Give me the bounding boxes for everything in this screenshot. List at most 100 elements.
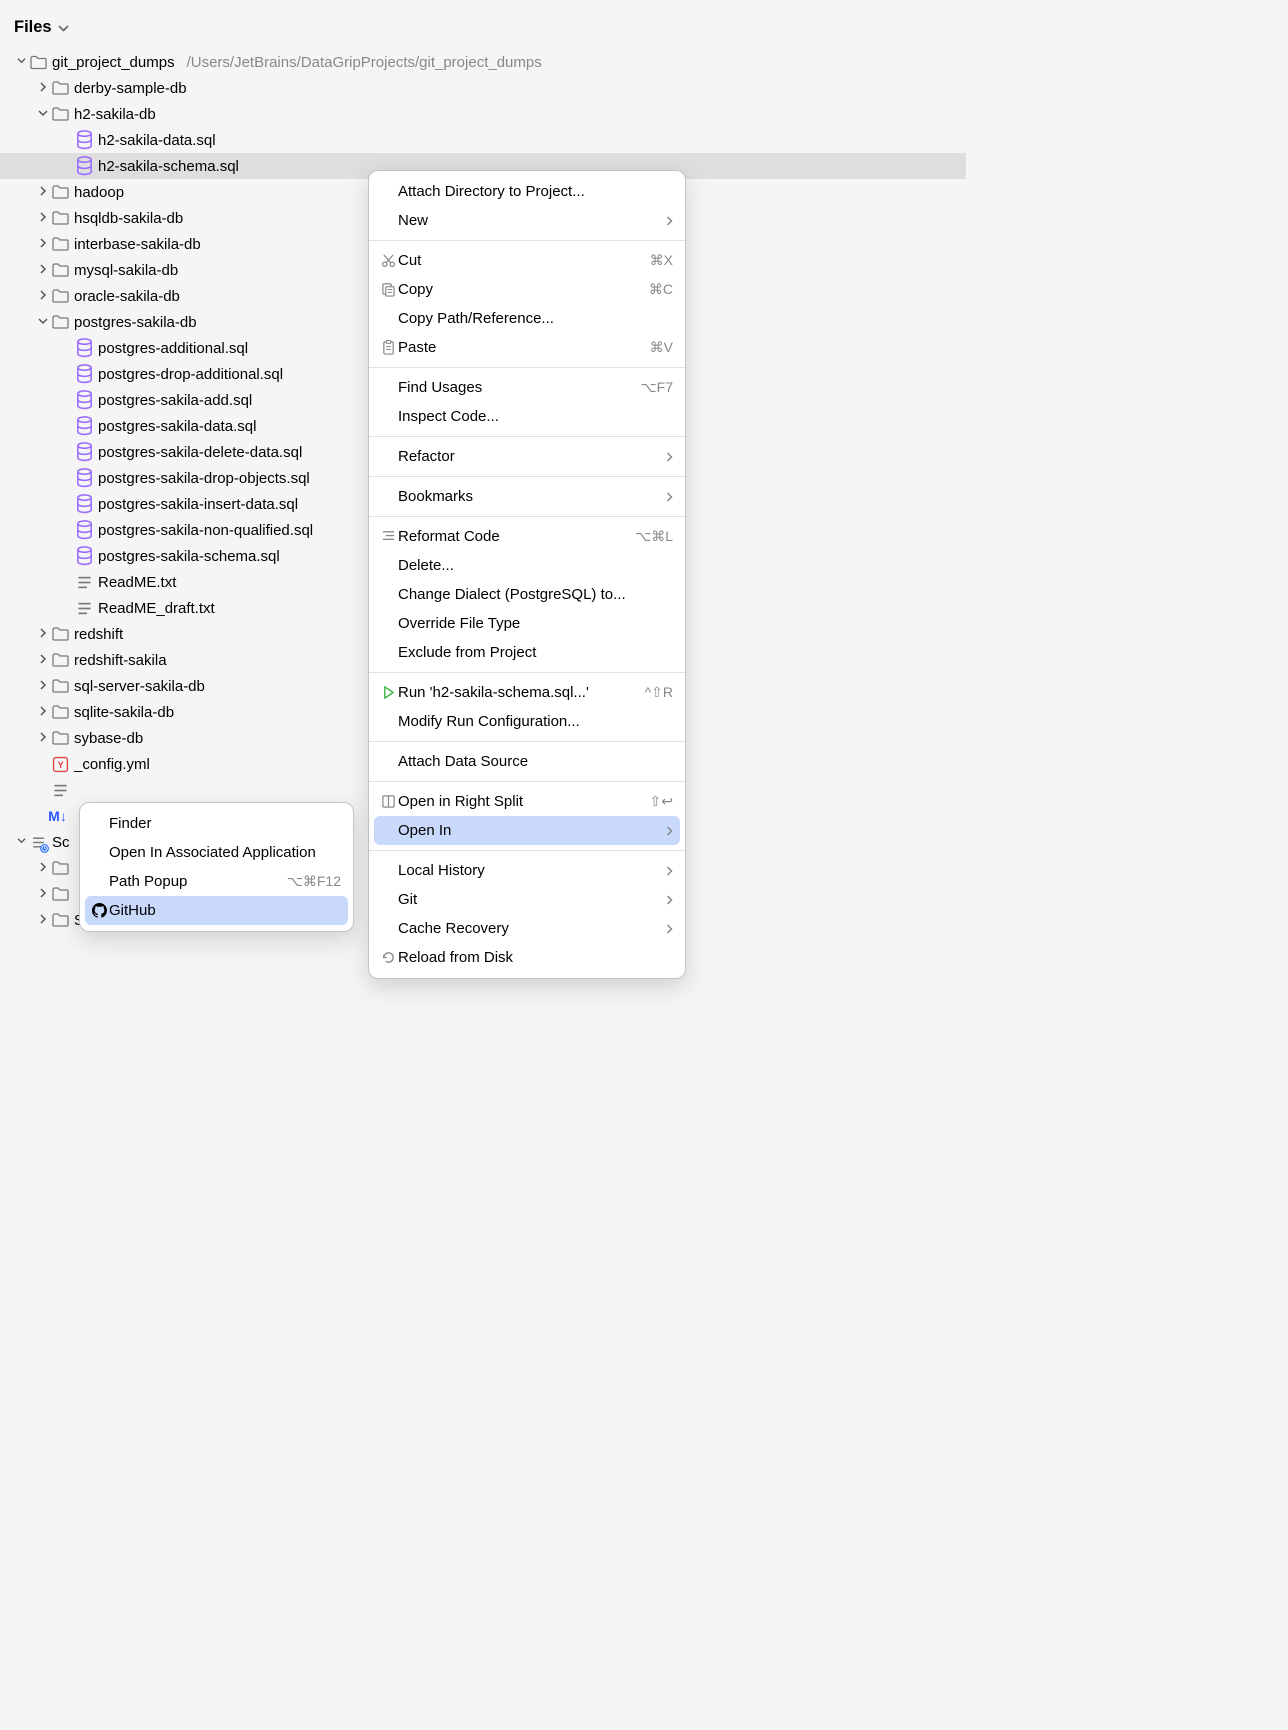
menu-label: Reformat Code bbox=[398, 528, 627, 545]
menu-divider bbox=[369, 476, 685, 477]
menu-shortcut: ⌥F7 bbox=[641, 379, 673, 396]
menu-item[interactable]: Bookmarks bbox=[369, 482, 685, 511]
menu-item[interactable]: Git bbox=[369, 885, 685, 914]
menu-label: Find Usages bbox=[398, 379, 633, 396]
folder-icon bbox=[52, 912, 69, 929]
tree-item-label: postgres-sakila-insert-data.sql bbox=[98, 496, 298, 513]
expand-icon[interactable] bbox=[36, 264, 50, 277]
tree-item-label: sql-server-sakila-db bbox=[74, 678, 205, 695]
collapse-icon[interactable] bbox=[14, 836, 28, 848]
tree-item[interactable]: h2-sakila-db bbox=[0, 101, 966, 127]
menu-shortcut: ⌥⌘F12 bbox=[287, 873, 341, 890]
tree-item-label: interbase-sakila-db bbox=[74, 236, 201, 253]
menu-item[interactable]: Change Dialect (PostgreSQL) to... bbox=[369, 580, 685, 609]
expand-icon[interactable] bbox=[36, 862, 50, 875]
db-icon bbox=[76, 366, 93, 383]
tree-item-label: hsqldb-sakila-db bbox=[74, 210, 183, 227]
text-icon bbox=[76, 574, 93, 591]
menu-item[interactable]: Cut⌘X bbox=[369, 246, 685, 275]
chevron-right-icon bbox=[666, 892, 673, 908]
expand-icon[interactable] bbox=[36, 654, 50, 667]
tree-item-label: postgres-sakila-non-qualified.sql bbox=[98, 522, 313, 539]
menu-label: Bookmarks bbox=[398, 488, 658, 505]
tree-item-label: derby-sample-db bbox=[74, 80, 187, 97]
menu-item[interactable]: Cache Recovery bbox=[369, 914, 685, 943]
submenu-item[interactable]: Path Popup⌥⌘F12 bbox=[80, 867, 353, 896]
db-icon bbox=[76, 548, 93, 565]
tree-item-label: postgres-sakila-schema.sql bbox=[98, 548, 280, 565]
expand-icon[interactable] bbox=[36, 706, 50, 719]
menu-item[interactable]: Delete... bbox=[369, 551, 685, 580]
chevron-right-icon bbox=[666, 823, 673, 839]
expand-icon[interactable] bbox=[36, 186, 50, 199]
menu-item[interactable]: Attach Data Source bbox=[369, 747, 685, 776]
menu-item[interactable]: Find Usages ⌥F7 bbox=[369, 373, 685, 402]
expand-icon[interactable] bbox=[36, 82, 50, 95]
open-in-submenu: FinderOpen In Associated ApplicationPath… bbox=[79, 802, 354, 932]
menu-item[interactable]: Inspect Code... bbox=[369, 402, 685, 431]
menu-item[interactable]: Paste⌘V bbox=[369, 333, 685, 362]
expand-icon[interactable] bbox=[36, 732, 50, 745]
menu-item[interactable]: Copy Path/Reference... bbox=[369, 304, 685, 333]
db-icon bbox=[76, 132, 93, 149]
tree-root-name: git_project_dumps bbox=[52, 54, 175, 71]
expand-icon[interactable] bbox=[36, 290, 50, 303]
menu-divider bbox=[369, 672, 685, 673]
expand-icon[interactable] bbox=[36, 680, 50, 693]
expand-icon[interactable] bbox=[36, 212, 50, 225]
folder-icon bbox=[52, 626, 69, 643]
tree-item[interactable]: derby-sample-db bbox=[0, 75, 966, 101]
menu-item[interactable]: Override File Type bbox=[369, 609, 685, 638]
menu-item[interactable]: Run 'h2-sakila-schema.sql...'^⇧R bbox=[369, 678, 685, 707]
scratches-label: Sc bbox=[52, 834, 70, 851]
menu-label: Inspect Code... bbox=[398, 408, 673, 425]
menu-label: Copy Path/Reference... bbox=[398, 310, 673, 327]
menu-item[interactable]: Reload from Disk bbox=[369, 943, 685, 972]
db-icon bbox=[76, 340, 93, 357]
menu-label: New bbox=[398, 212, 658, 229]
tree-item-label: h2-sakila-data.sql bbox=[98, 132, 216, 149]
collapse-icon[interactable] bbox=[14, 56, 28, 68]
expand-icon[interactable] bbox=[36, 628, 50, 641]
copy-icon bbox=[379, 282, 398, 297]
menu-item[interactable]: Modify Run Configuration... bbox=[369, 707, 685, 736]
menu-item[interactable]: Refactor bbox=[369, 442, 685, 471]
tree-root-row[interactable]: git_project_dumps /Users/JetBrains/DataG… bbox=[0, 49, 966, 75]
menu-item[interactable]: Reformat Code⌥⌘L bbox=[369, 522, 685, 551]
folder-icon bbox=[52, 860, 69, 877]
reformat-icon bbox=[379, 529, 398, 544]
submenu-item[interactable]: Finder bbox=[80, 809, 353, 838]
menu-shortcut: ⌘V bbox=[650, 339, 673, 356]
tree-item-label: sybase-db bbox=[74, 730, 143, 747]
chevron-down-icon[interactable] bbox=[58, 19, 69, 36]
menu-label: Refactor bbox=[398, 448, 658, 465]
tree-item-label: h2-sakila-schema.sql bbox=[98, 158, 239, 175]
menu-label: Copy bbox=[398, 281, 641, 298]
db-icon bbox=[76, 522, 93, 539]
menu-item[interactable]: New bbox=[369, 206, 685, 235]
menu-item[interactable]: Local History bbox=[369, 856, 685, 885]
menu-item[interactable]: Exclude from Project bbox=[369, 638, 685, 667]
menu-item[interactable]: Open In bbox=[374, 816, 680, 845]
db-icon bbox=[76, 496, 93, 513]
expand-icon[interactable] bbox=[36, 238, 50, 251]
folder-icon bbox=[52, 262, 69, 279]
tree-item-label: h2-sakila-db bbox=[74, 106, 156, 123]
reload-icon bbox=[379, 950, 398, 965]
menu-item[interactable]: Open in Right Split⇧↩ bbox=[369, 787, 685, 816]
text-icon bbox=[76, 600, 93, 617]
menu-label: Exclude from Project bbox=[398, 644, 673, 661]
collapse-icon[interactable] bbox=[36, 108, 50, 120]
expand-icon[interactable] bbox=[36, 888, 50, 901]
tree-item-label: postgres-sakila-drop-objects.sql bbox=[98, 470, 310, 487]
menu-label: Git bbox=[398, 891, 658, 908]
expand-icon[interactable] bbox=[36, 914, 50, 927]
submenu-item[interactable]: Open In Associated Application bbox=[80, 838, 353, 867]
tree-item[interactable]: h2-sakila-data.sql bbox=[0, 127, 966, 153]
collapse-icon[interactable] bbox=[36, 316, 50, 328]
submenu-item[interactable]: GitHub bbox=[85, 896, 348, 925]
panel-title[interactable]: Files bbox=[14, 18, 52, 37]
menu-item[interactable]: Copy⌘C bbox=[369, 275, 685, 304]
tree-item-label: sqlite-sakila-db bbox=[74, 704, 174, 721]
menu-item[interactable]: Attach Directory to Project... bbox=[369, 177, 685, 206]
